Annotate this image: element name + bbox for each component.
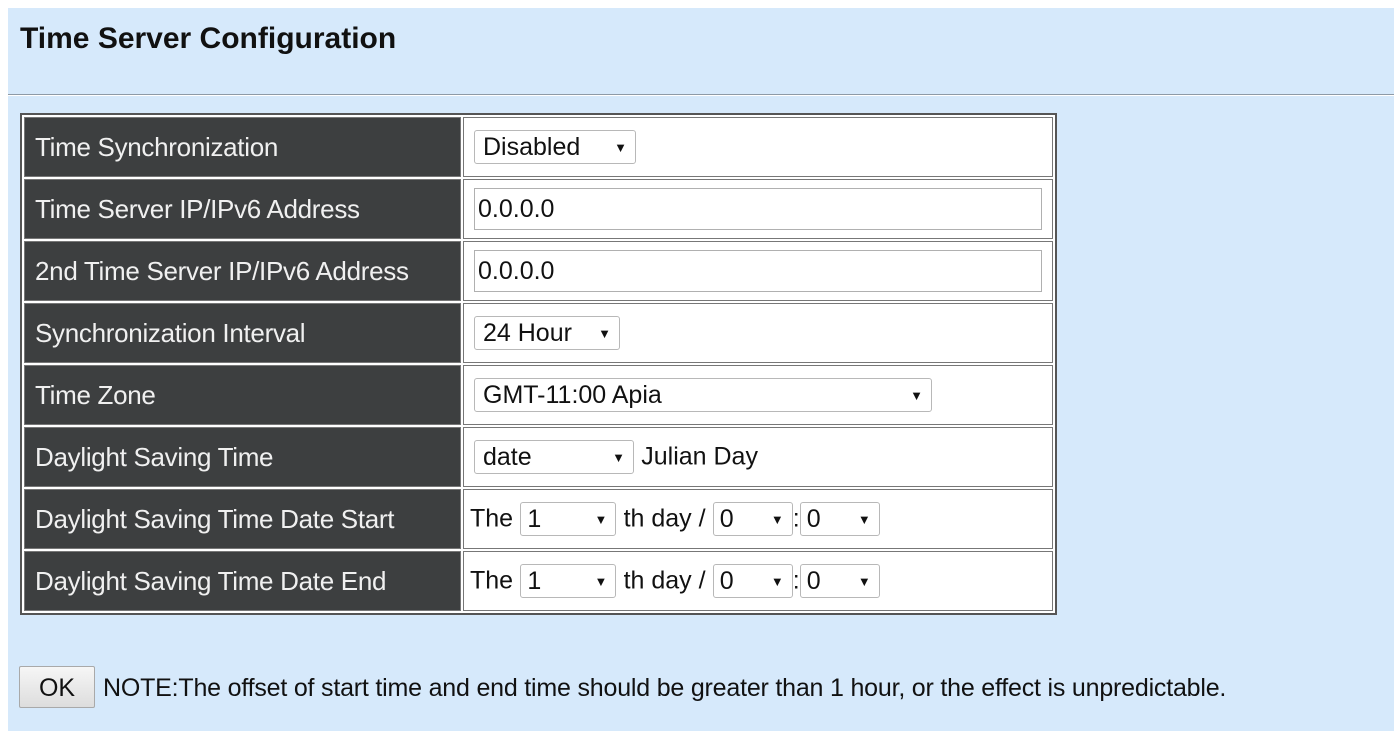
dst-mode-select[interactable]: date ▼: [474, 440, 634, 475]
triangle-down-icon: ▼: [598, 325, 611, 341]
table-row: Daylight Saving Time Date End The 1 ▼ th…: [24, 551, 1053, 611]
config-table: Time Synchronization Disabled ▼ Time Ser…: [20, 113, 1057, 615]
select-value: GMT-11:00 Apia: [483, 380, 662, 409]
config-panel: Time Server Configuration Time Synchroni…: [8, 8, 1394, 731]
row-label: Synchronization Interval: [24, 303, 461, 363]
select-value: date: [483, 442, 532, 471]
colon-separator: :: [792, 504, 800, 533]
prefix-text: The: [470, 504, 514, 533]
dst-end-minute-select[interactable]: 0 ▼: [799, 564, 880, 599]
dst-start-minute-select[interactable]: 0 ▼: [799, 502, 880, 537]
row-value: 24 Hour ▼: [463, 303, 1053, 363]
select-value: 1: [527, 566, 542, 595]
table-row: Synchronization Interval 24 Hour ▼: [24, 303, 1053, 363]
select-value: 0: [719, 504, 734, 533]
select-value: 24 Hour: [483, 318, 572, 347]
row-value: [463, 179, 1053, 239]
triangle-down-icon: ▼: [857, 511, 871, 527]
triangle-down-icon: ▼: [770, 573, 784, 589]
page-title: Time Server Configuration: [20, 22, 397, 55]
sync-interval-select[interactable]: 24 Hour ▼: [474, 316, 620, 351]
table-row: Time Synchronization Disabled ▼: [24, 117, 1053, 177]
select-value: 1: [527, 504, 542, 533]
dst-start-day-select[interactable]: 1 ▼: [520, 502, 617, 537]
prefix-text: The: [470, 566, 514, 595]
triangle-down-icon: ▼: [612, 449, 625, 465]
row-label: Daylight Saving Time Date Start: [24, 489, 461, 549]
second-time-server-ip-input[interactable]: [474, 250, 1042, 292]
triangle-down-icon: ▼: [910, 387, 923, 403]
table-row: Daylight Saving Time Date Start The 1 ▼ …: [24, 489, 1053, 549]
row-value: [463, 241, 1053, 301]
triangle-down-icon: ▼: [594, 511, 608, 527]
select-value: 0: [806, 566, 821, 595]
time-zone-select[interactable]: GMT-11:00 Apia ▼: [474, 378, 932, 413]
row-value: GMT-11:00 Apia ▼: [463, 365, 1053, 425]
row-label: Daylight Saving Time Date End: [24, 551, 461, 611]
row-value: Disabled ▼: [463, 117, 1053, 177]
select-value: 0: [719, 566, 734, 595]
day-suffix-text: th day /: [623, 504, 706, 533]
table-row: Time Zone GMT-11:00 Apia ▼: [24, 365, 1053, 425]
offset-note: NOTE:The offset of start time and end ti…: [103, 674, 1227, 702]
colon-separator: :: [792, 566, 800, 595]
julian-day-label: Julian Day: [641, 442, 758, 471]
title-divider: [8, 94, 1394, 96]
table-row: 2nd Time Server IP/IPv6 Address: [24, 241, 1053, 301]
table-row: Time Server IP/IPv6 Address: [24, 179, 1053, 239]
ok-button[interactable]: OK: [19, 666, 95, 708]
time-server-ip-input[interactable]: [474, 188, 1042, 230]
row-label: Daylight Saving Time: [24, 427, 461, 487]
dst-end-hour-select[interactable]: 0 ▼: [712, 564, 793, 599]
day-suffix-text: th day /: [623, 566, 706, 595]
row-label: Time Synchronization: [24, 117, 461, 177]
row-value: The 1 ▼ th day / 0 ▼ : 0 ▼: [463, 489, 1053, 549]
select-value: 0: [806, 504, 821, 533]
dst-end-day-select[interactable]: 1 ▼: [520, 564, 617, 599]
triangle-down-icon: ▼: [857, 573, 871, 589]
row-label: 2nd Time Server IP/IPv6 Address: [24, 241, 461, 301]
triangle-down-icon: ▼: [770, 511, 784, 527]
row-value: The 1 ▼ th day / 0 ▼ : 0 ▼: [463, 551, 1053, 611]
dst-start-hour-select[interactable]: 0 ▼: [712, 502, 793, 537]
row-label: Time Server IP/IPv6 Address: [24, 179, 461, 239]
select-value: Disabled: [483, 132, 581, 161]
triangle-down-icon: ▼: [594, 573, 608, 589]
time-sync-select[interactable]: Disabled ▼: [474, 130, 636, 165]
row-value: date ▼ Julian Day: [463, 427, 1053, 487]
triangle-down-icon: ▼: [614, 139, 627, 155]
table-row: Daylight Saving Time date ▼ Julian Day: [24, 427, 1053, 487]
row-label: Time Zone: [24, 365, 461, 425]
